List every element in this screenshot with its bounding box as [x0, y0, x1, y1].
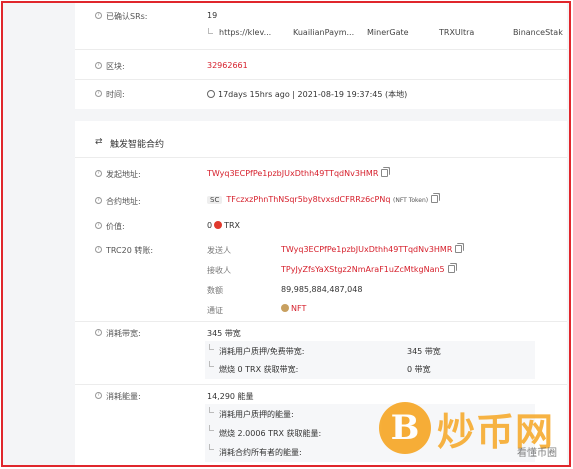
energy-sub3-label: 消耗合约所有者的能量: [219, 448, 302, 457]
copy-icon[interactable] [447, 265, 455, 273]
contract-note: (NFT Token) [392, 197, 429, 204]
help-icon[interactable]: ? [95, 222, 102, 229]
trx-icon [214, 221, 223, 229]
bandwidth-sub1-value: 345 带宽 [407, 347, 441, 356]
tree-corner-icon [209, 361, 214, 367]
value-amount: 0 TRX [207, 221, 240, 230]
bandwidth-sub2-value: 0 带宽 [407, 365, 431, 374]
time-value: 17days 15hrs ago | 2021-08-19 19:37:45 (… [207, 89, 407, 100]
nft-token-icon [281, 304, 289, 312]
copy-icon[interactable] [455, 245, 463, 253]
watermark-slogan: 看懂币圈 [517, 448, 557, 459]
sender-label: 发送人 [207, 246, 231, 255]
contract-address-label: 合约地址: [106, 197, 141, 206]
sr-link[interactable]: KuaiIianPaym... [293, 28, 354, 37]
screenshot-frame: ? 已确认SRs: 19 https://klev... KuaiIianPay… [1, 1, 571, 467]
trc20-label: TRC20 转账: [106, 246, 154, 255]
help-icon[interactable]: ? [95, 246, 102, 253]
token-label: 通证 [207, 306, 223, 315]
energy-total: 14,290 能量 [207, 392, 254, 401]
swap-icon: ⇄ [95, 137, 103, 147]
tree-corner-icon [209, 344, 214, 350]
help-icon[interactable]: ? [95, 90, 102, 97]
copy-icon[interactable] [381, 169, 389, 177]
contract-address-value: SC TFczxzPhnThNSqr5by8tvxsdCFRRz6cPNq (NF… [207, 195, 439, 204]
block-number-link[interactable]: 32962661 [207, 61, 248, 70]
help-icon[interactable]: ? [95, 392, 102, 399]
value-label: 价值: [106, 222, 125, 231]
value-unit: TRX [224, 221, 241, 230]
divider [75, 157, 567, 158]
contract-address-link[interactable]: TFczxzPhnThNSqr5by8tvxsdCFRRz6cPNq [226, 195, 390, 204]
bandwidth-label: 消耗带宽: [106, 329, 141, 338]
copy-icon[interactable] [431, 195, 439, 203]
from-address-text[interactable]: TWyq3ECPfPe1pzbJUxDthh49TTqdNv3HMR [207, 169, 378, 178]
section-title: 触发智能合约 [110, 140, 165, 150]
token-value: NFT [281, 304, 306, 313]
bandwidth-sub2-label: 燃烧 0 TRX 获取带宽: [219, 365, 299, 374]
tree-corner-icon [209, 444, 214, 450]
receiver-address: TPyJyZfsYaXStgz2NmAraF1uZcMtkgNan5 [281, 265, 455, 274]
from-address-link: TWyq3ECPfPe1pzbJUxDthh49TTqdNv3HMR [207, 169, 389, 178]
divider [75, 384, 567, 385]
bandwidth-breakdown: 消耗用户质押/免费带宽: 345 带宽 燃烧 0 TRX 获取带宽: 0 带宽 [205, 341, 535, 379]
transfer-amount: 89,985,884,487,048 [281, 285, 363, 294]
energy-sub2-label: 燃烧 2.0006 TRX 获取能量: [219, 429, 322, 438]
energy-label: 消耗能量: [106, 392, 141, 401]
bandwidth-total: 345 带宽 [207, 329, 241, 338]
tree-corner-icon [209, 425, 214, 431]
confirmed-srs-label: 已确认SRs: [106, 12, 148, 21]
divider [75, 79, 567, 80]
bandwidth-sub1-label: 消耗用户质押/免费带宽: [219, 347, 305, 356]
divider [75, 321, 567, 322]
clock-icon [207, 90, 215, 98]
transaction-summary-card: ? 已确认SRs: 19 https://klev... KuaiIianPay… [75, 3, 567, 109]
from-address-label: 发起地址: [106, 170, 141, 179]
tree-corner-icon [209, 407, 214, 413]
receiver-address-link[interactable]: TPyJyZfsYaXStgz2NmAraF1uZcMtkgNan5 [281, 265, 445, 274]
sr-link[interactable]: TRXUltra [439, 28, 474, 37]
sender-address-link[interactable]: TWyq3ECPfPe1pzbJUxDthh49TTqdNv3HMR [281, 245, 452, 254]
sr-link[interactable]: https://klev... [219, 28, 271, 37]
energy-sub1-label: 消耗用户质押的能量: [219, 410, 294, 419]
time-label: 时间: [106, 90, 125, 99]
contract-tag: SC [207, 196, 223, 204]
confirmed-srs-count: 19 [207, 11, 218, 20]
block-label: 区块: [106, 62, 125, 71]
tree-corner-icon [208, 28, 213, 34]
receiver-label: 接收人 [207, 266, 231, 275]
time-text: 17days 15hrs ago | 2021-08-19 19:37:45 (… [218, 90, 408, 99]
token-link[interactable]: NFT [291, 304, 306, 313]
sender-address: TWyq3ECPfPe1pzbJUxDthh49TTqdNv3HMR [281, 245, 463, 254]
help-icon[interactable]: ? [95, 170, 102, 177]
watermark: B 炒币网 看懂币圈 [373, 397, 563, 461]
help-icon[interactable]: ? [95, 62, 102, 69]
help-icon[interactable]: ? [95, 12, 102, 19]
help-icon[interactable]: ? [95, 329, 102, 336]
divider [75, 49, 567, 50]
bitcoin-logo-icon: B [379, 402, 431, 454]
value-number: 0 [207, 221, 213, 230]
sr-link[interactable]: MinerGate [367, 28, 409, 37]
sr-link[interactable]: BinanceStak [513, 28, 563, 37]
amount-label: 数额 [207, 286, 223, 295]
help-icon[interactable]: ? [95, 197, 102, 204]
